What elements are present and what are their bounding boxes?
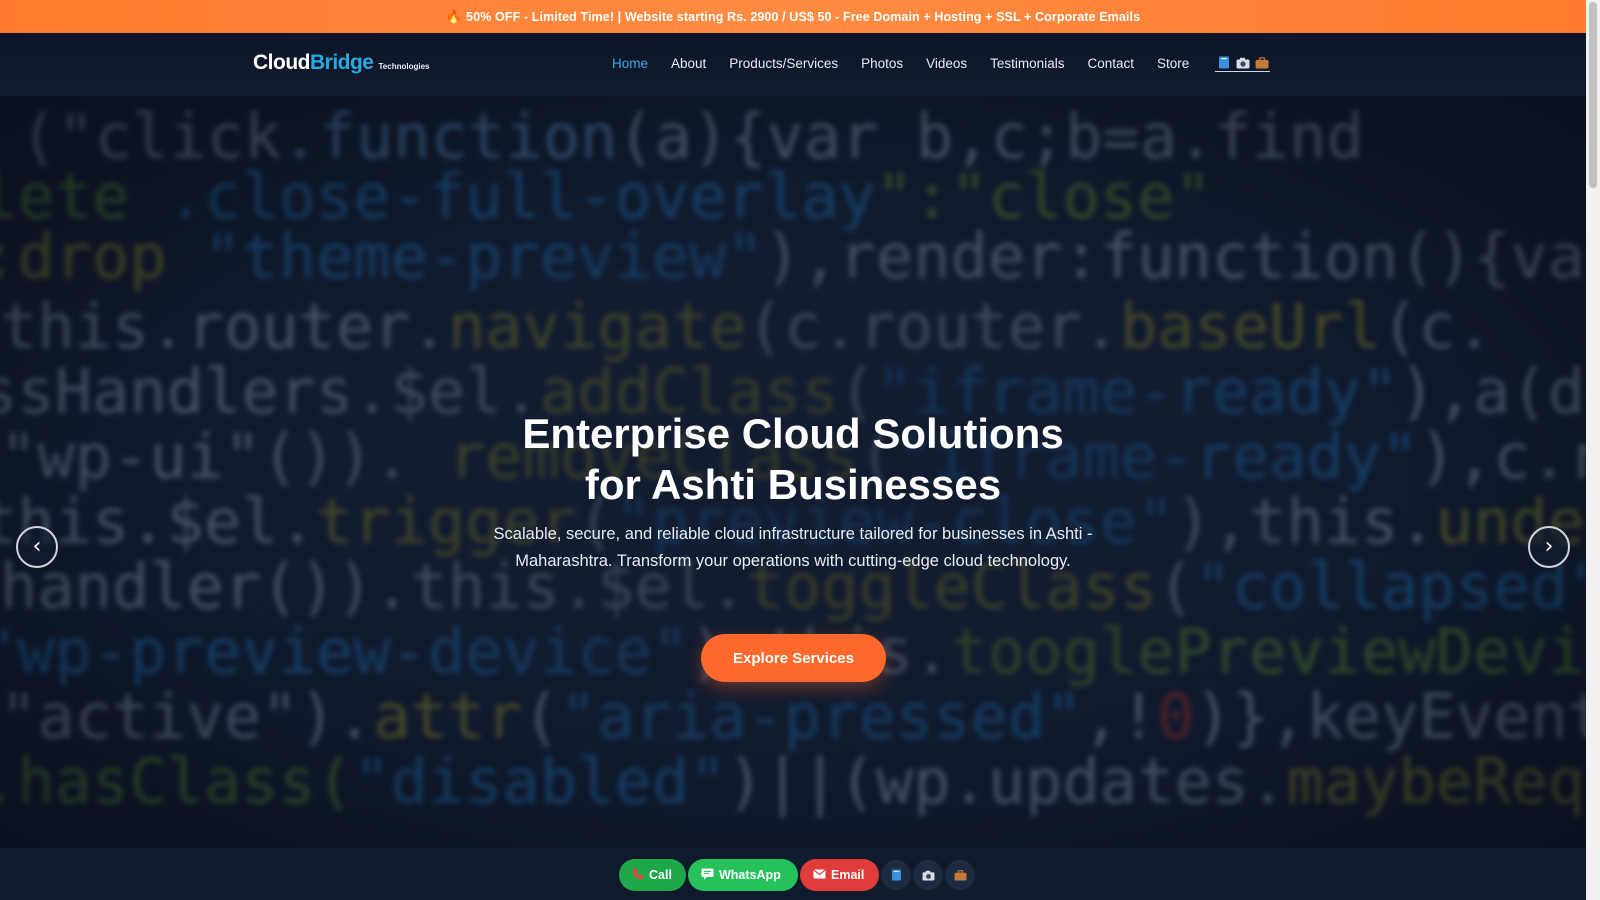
explore-services-button[interactable]: Explore Services [701,634,886,682]
promo-banner: 🔥 50% OFF - Limited Time! | Website star… [0,0,1586,33]
briefcase-icon[interactable] [945,860,975,890]
mail-icon [813,869,826,882]
navbar: Cloud Bridge Technologies Home About Pro… [0,33,1586,96]
phone-icon [632,868,644,883]
contact-actions: Call WhatsApp Email [619,859,975,891]
logo[interactable]: Cloud Bridge Technologies [253,51,429,75]
nav-item-products-services[interactable]: Products/Services [729,56,838,71]
hero-title: Enterprise Cloud Solutions for Ashti Bus… [393,408,1193,510]
camera-icon[interactable] [1234,55,1251,70]
book-icon[interactable] [1215,55,1232,70]
book-icon[interactable] [881,860,911,890]
scrollbar-thumb[interactable] [1589,2,1597,188]
nav-item-photos[interactable]: Photos [861,56,903,71]
nav-item-contact[interactable]: Contact [1087,56,1134,71]
logo-suffix: Technologies [378,62,430,71]
logo-bridge: Bridge [309,51,374,74]
page-scrollbar[interactable] [1586,0,1600,900]
briefcase-icon[interactable] [1253,55,1270,70]
nav-item-testimonials[interactable]: Testimonials [990,56,1064,71]
whatsapp-button[interactable]: WhatsApp [688,859,798,891]
hero-subtitle: Scalable, secure, and reliable cloud inf… [493,525,1093,570]
call-button[interactable]: Call [619,859,686,891]
nav-item-store[interactable]: Store [1157,56,1189,71]
hero-title-line2: for Ashti Businesses [584,461,1002,508]
nav-icon-links [1215,55,1271,72]
camera-icon[interactable] [913,860,943,890]
logo-cloud: Cloud [253,51,310,74]
chat-icon [701,868,714,883]
slider-prev-button[interactable]: ‹ [16,526,58,568]
hero-title-line1: Enterprise Cloud Solutions [522,410,1064,457]
promo-text: 50% OFF - Limited Time! | Website starti… [466,9,1141,24]
nav-menu: Home About Products/Services Photos Vide… [612,55,1271,72]
nav-item-home[interactable]: Home [612,56,648,71]
call-label: Call [649,868,672,882]
nav-item-about[interactable]: About [671,56,706,71]
slider-next-button[interactable]: › [1528,526,1570,568]
hero-slider: ("click.function(a){var b,c;b=a.find let… [0,96,1586,848]
nav-item-videos[interactable]: Videos [926,56,967,71]
flame-icon: 🔥 [445,8,463,24]
email-label: Email [831,868,865,882]
email-button[interactable]: Email [800,859,879,891]
whatsapp-label: WhatsApp [719,868,781,882]
